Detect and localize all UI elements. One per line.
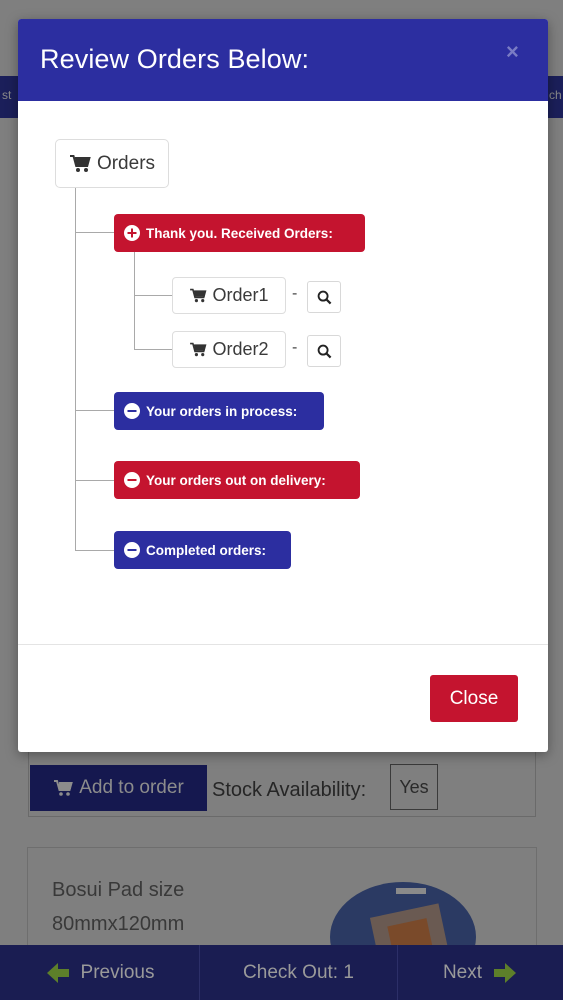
status-out-on-delivery[interactable]: Your orders out on delivery: (114, 461, 360, 499)
search-icon (317, 344, 331, 358)
plus-circle-icon (124, 225, 140, 241)
strip-left-text: st (2, 88, 12, 102)
orders-root-label: Orders (96, 152, 156, 174)
close-button[interactable]: Close (430, 675, 518, 722)
modal-header: Review Orders Below: × (18, 19, 548, 101)
previous-label: Previous (80, 961, 155, 983)
cart-icon (54, 780, 74, 796)
tree-branch-line (75, 410, 115, 411)
modal-title: Review Orders Below: (40, 44, 310, 74)
status-completed[interactable]: Completed orders: (114, 531, 291, 569)
tree-branch-line (75, 550, 115, 551)
checkout-button[interactable]: Check Out: 1 (200, 945, 398, 1000)
subtree-branch-line (134, 295, 172, 296)
product-name-line1: Bosui Pad size (52, 879, 185, 901)
add-to-order-label: Add to order (79, 777, 184, 798)
next-button[interactable]: Next (398, 945, 563, 1000)
search-icon (317, 290, 331, 304)
view-order2-button[interactable] (307, 335, 341, 367)
subtree-trunk-line (134, 252, 135, 350)
cart-icon (190, 288, 207, 303)
modal-footer-divider (18, 644, 548, 645)
tree-branch-line (75, 232, 115, 233)
order-label: Order2 (212, 339, 269, 359)
tree-trunk-line (75, 188, 76, 551)
review-orders-modal: Review Orders Below: × Orders Thank you.… (18, 19, 548, 752)
cart-icon (69, 155, 91, 172)
status-label: Your orders out on delivery: (146, 472, 326, 488)
orders-root-node[interactable]: Orders (55, 139, 169, 188)
order-separator: - (292, 339, 298, 356)
add-to-order-button[interactable]: Add to order (30, 765, 207, 811)
view-order1-button[interactable] (307, 281, 341, 313)
minus-circle-icon (124, 472, 140, 488)
status-label: Completed orders: (146, 542, 267, 558)
status-label: Your orders in process: (146, 403, 298, 419)
status-label: Thank you. Received Orders: (146, 225, 333, 241)
previous-button[interactable]: Previous (0, 945, 200, 1000)
next-label: Next (442, 961, 483, 983)
tree-branch-line (75, 480, 115, 481)
minus-circle-icon (124, 542, 140, 558)
bottom-navigation: Previous Check Out: 1 Next (0, 945, 563, 1000)
strip-right-text: ch (549, 88, 562, 102)
order-separator: - (292, 285, 298, 302)
order-node-1[interactable]: Order1 (172, 277, 286, 314)
status-in-process[interactable]: Your orders in process: (114, 392, 324, 430)
product-name-line2: 80mmx120mm (52, 913, 185, 935)
stock-availability-label: Stock Availability: (212, 779, 367, 801)
modal-close-icon[interactable]: × (506, 39, 519, 65)
subtree-branch-line (134, 349, 172, 350)
checkout-label: Check Out: 1 (243, 961, 354, 983)
order-label: Order1 (212, 285, 269, 305)
order-node-2[interactable]: Order2 (172, 331, 286, 368)
status-received-orders[interactable]: Thank you. Received Orders: (114, 214, 365, 252)
stock-availability-value: Yes (390, 764, 438, 810)
minus-circle-icon (124, 403, 140, 419)
cart-icon (190, 342, 207, 357)
arrow-left-icon (46, 962, 69, 983)
arrow-right-icon (494, 962, 517, 983)
